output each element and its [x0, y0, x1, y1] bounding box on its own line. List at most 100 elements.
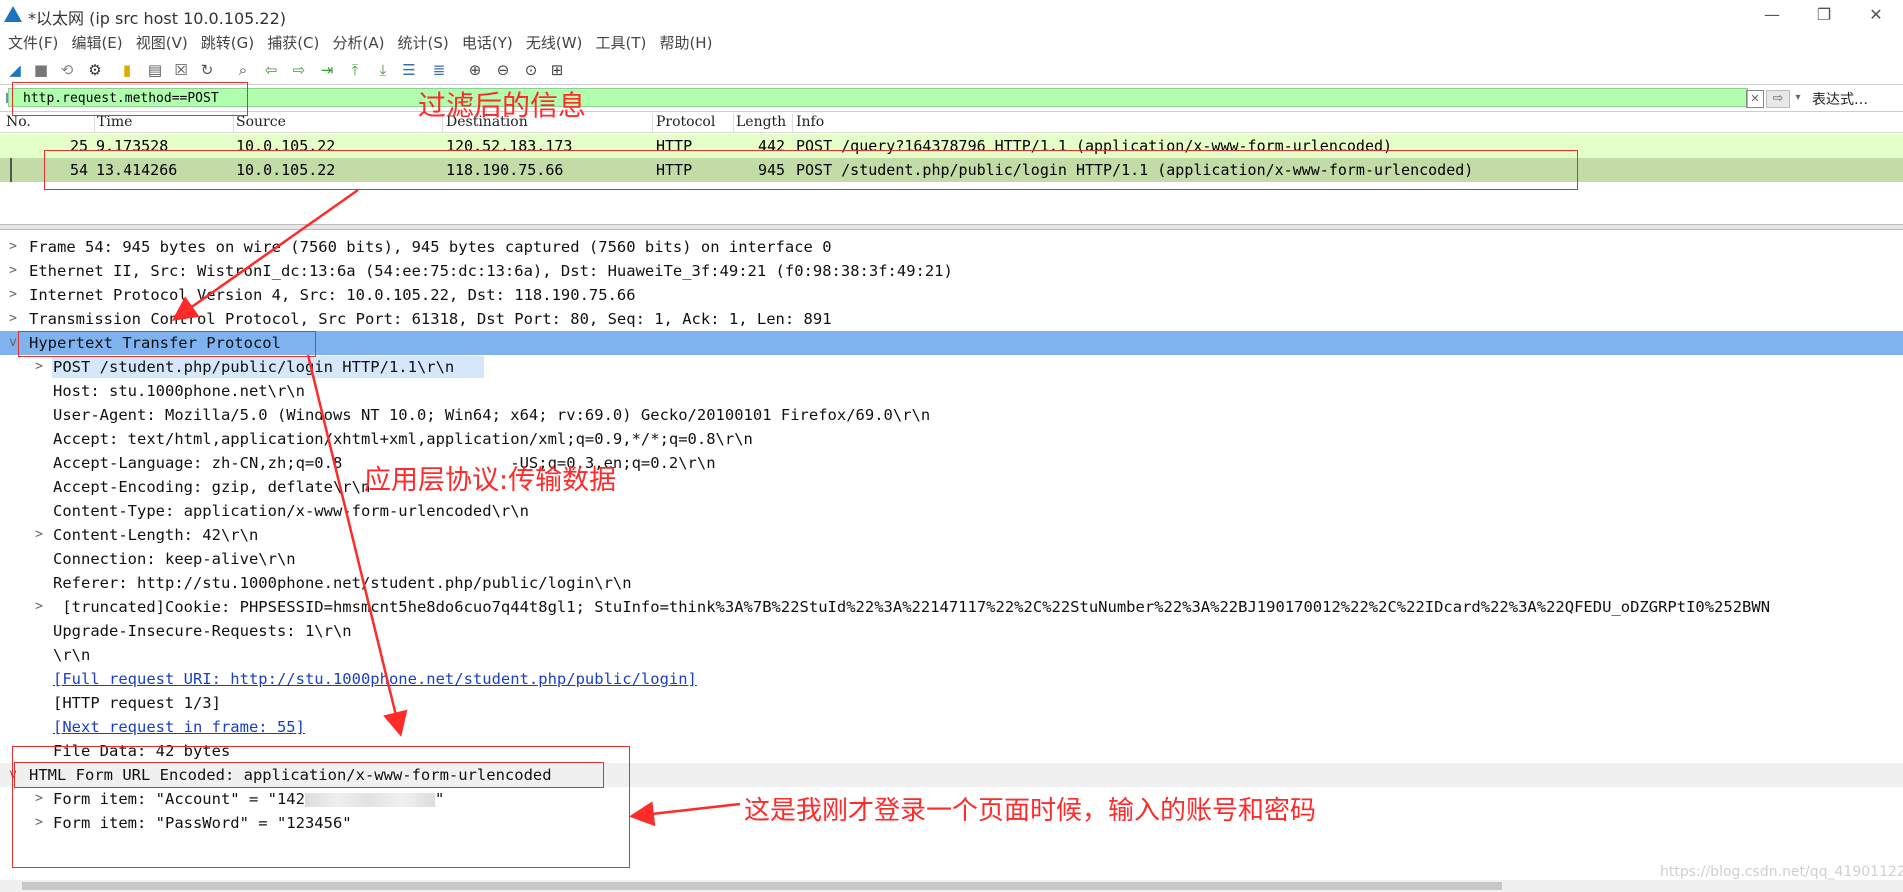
detail-row-cookie[interactable]: > [truncated]Cookie: PHPSESSID=hmsmcnt5h…: [0, 595, 1903, 619]
restart-capture-icon[interactable]: ⟲: [58, 61, 76, 79]
go-first-icon[interactable]: ⤒: [346, 61, 364, 79]
column-source[interactable]: Source: [233, 114, 443, 132]
detail-row-upgrade-insecure[interactable]: Upgrade-Insecure-Requests: 1\r\n: [0, 619, 1903, 643]
menu-analyze[interactable]: 分析(A): [332, 30, 384, 56]
detail-text: Internet Protocol Version 4, Src: 10.0.1…: [29, 286, 636, 304]
go-to-packet-icon[interactable]: ⇥: [318, 61, 336, 79]
annotation-login-note: 这是我刚才登录一个页面时候，输入的账号和密码: [744, 796, 1317, 826]
horizontal-scrollbar[interactable]: [0, 880, 1903, 892]
zoom-normal-icon[interactable]: ⊙: [522, 61, 540, 79]
filter-history-dropdown-icon[interactable]: ▾: [1792, 90, 1804, 106]
close-file-icon[interactable]: ☒: [172, 61, 190, 79]
menu-edit[interactable]: 编辑(E): [71, 30, 122, 56]
minimize-button[interactable]: —: [1752, 3, 1792, 27]
wireshark-fin-icon: [4, 6, 22, 22]
detail-row-accept-encoding[interactable]: Accept-Encoding: gzip, deflate\r\n: [0, 475, 1903, 499]
title-bar: *以太网 (ip src host 10.0.105.22) — ❐ ✕: [0, 0, 1903, 30]
detail-row-crlf[interactable]: \r\n: [0, 643, 1903, 667]
detail-text: Referer: http://stu.1000phone.net/studen…: [53, 574, 632, 592]
annotation-filtered-info: 过滤后的信息: [418, 89, 587, 122]
start-capture-icon[interactable]: ◢: [6, 61, 24, 79]
window-title: *以太网 (ip src host 10.0.105.22): [28, 9, 287, 28]
column-info[interactable]: Info: [793, 114, 996, 132]
detail-text: [truncated]Cookie: PHPSESSID=hmsmcnt5he8…: [53, 598, 1771, 616]
menu-telephony[interactable]: 电话(Y): [462, 30, 513, 56]
detail-row-ipv4[interactable]: > Internet Protocol Version 4, Src: 10.0…: [0, 283, 1903, 307]
detail-text: [HTTP request 1/3]: [53, 694, 221, 712]
full-request-uri-link[interactable]: [Full request URI: http://stu.1000phone.…: [53, 667, 697, 691]
detail-row-user-agent[interactable]: User-Agent: Mozilla/5.0 (Windows NT 10.0…: [0, 403, 1903, 427]
save-file-icon[interactable]: ▤: [146, 61, 164, 79]
expand-arrow-icon[interactable]: >: [32, 355, 46, 379]
scrollbar-thumb[interactable]: [22, 882, 1502, 890]
annotation-box-http: [18, 331, 316, 357]
detail-row-tcp[interactable]: > Transmission Control Protocol, Src Por…: [0, 307, 1903, 331]
expand-arrow-icon[interactable]: >: [6, 307, 20, 331]
detail-row-ethernet[interactable]: > Ethernet II, Src: WistronI_dc:13:6a (5…: [0, 259, 1903, 283]
menu-bar: 文件(F) 编辑(E) 视图(V) 跳转(G) 捕获(C) 分析(A) 统计(S…: [0, 30, 1903, 56]
go-forward-icon[interactable]: ⇨: [290, 61, 308, 79]
detail-text: Content-Length: 42\r\n: [53, 526, 259, 544]
detail-row-content-length[interactable]: > Content-Length: 42\r\n: [0, 523, 1903, 547]
annotation-box-packet: [44, 150, 1578, 190]
column-protocol[interactable]: Protocol: [653, 114, 734, 132]
detail-row-accept[interactable]: Accept: text/html,application/xhtml+xml,…: [0, 427, 1903, 451]
detail-row-frame[interactable]: > Frame 54: 945 bytes on wire (7560 bits…: [0, 235, 1903, 259]
resize-columns-icon[interactable]: ⊞: [548, 61, 566, 79]
detail-text: Connection: keep-alive\r\n: [53, 550, 296, 568]
detail-row-host[interactable]: Host: stu.1000phone.net\r\n: [0, 379, 1903, 403]
packet-list-header: No. Time Source Destination Protocol Len…: [0, 112, 1903, 133]
colorize-icon[interactable]: ≣: [430, 61, 448, 79]
detail-row-accept-language[interactable]: Accept-Language: zh-CN,zh;q=0.8 -US;q=0.…: [0, 451, 1903, 475]
menu-help[interactable]: 帮助(H): [659, 30, 712, 56]
expand-arrow-icon[interactable]: >: [6, 235, 20, 259]
expand-arrow-icon[interactable]: >: [6, 283, 20, 307]
open-file-icon[interactable]: ▮: [118, 61, 136, 79]
close-button[interactable]: ✕: [1856, 3, 1896, 27]
detail-row-next-request[interactable]: [Next request in frame: 55]: [0, 715, 1903, 739]
zoom-in-icon[interactable]: ⊕: [466, 61, 484, 79]
detail-row-http-request[interactable]: [HTTP request 1/3]: [0, 691, 1903, 715]
detail-text: \r\n: [53, 646, 91, 664]
selection-marker: [10, 158, 12, 182]
go-back-icon[interactable]: ⇦: [262, 61, 280, 79]
stop-capture-icon[interactable]: ■: [32, 61, 50, 79]
apply-filter-icon[interactable]: ⇨: [1766, 90, 1790, 108]
detail-row-request-line[interactable]: > POST /student.php/public/login HTTP/1.…: [0, 355, 1903, 379]
detail-text: Content-Type: application/x-www-form-url…: [53, 502, 529, 520]
next-request-link[interactable]: [Next request in frame: 55]: [53, 715, 305, 739]
annotation-app-layer: 应用层协议:传输数据: [364, 465, 617, 496]
expand-arrow-icon[interactable]: >: [6, 259, 20, 283]
detail-text: POST /student.php/public/login HTTP/1.1\…: [53, 358, 455, 376]
detail-row-full-uri[interactable]: [Full request URI: http://stu.1000phone.…: [0, 667, 1903, 691]
auto-scroll-icon[interactable]: ☰: [400, 61, 418, 79]
expand-arrow-icon[interactable]: >: [32, 523, 46, 547]
watermark: https://blog.csdn.net/qq_41901122: [1660, 864, 1903, 880]
column-length[interactable]: Length: [733, 114, 793, 132]
menu-go[interactable]: 跳转(G): [201, 30, 254, 56]
menu-capture[interactable]: 捕获(C): [267, 30, 319, 56]
reload-icon[interactable]: ↻: [198, 61, 216, 79]
detail-row-referer[interactable]: Referer: http://stu.1000phone.net/studen…: [0, 571, 1903, 595]
clear-filter-icon[interactable]: ✕: [1746, 90, 1764, 108]
restore-button[interactable]: ❐: [1804, 3, 1844, 27]
menu-wireless[interactable]: 无线(W): [526, 30, 583, 56]
column-no[interactable]: No.: [3, 114, 95, 132]
detail-row-connection[interactable]: Connection: keep-alive\r\n: [0, 547, 1903, 571]
detail-row-content-type[interactable]: Content-Type: application/x-www-form-url…: [0, 499, 1903, 523]
expand-arrow-icon[interactable]: >: [32, 595, 46, 619]
menu-tools[interactable]: 工具(T): [595, 30, 646, 56]
menu-file[interactable]: 文件(F): [8, 30, 58, 56]
find-packet-icon[interactable]: ⌕: [234, 61, 252, 79]
column-time[interactable]: Time: [94, 114, 234, 132]
menu-view[interactable]: 视图(V): [136, 30, 188, 56]
display-filter-input[interactable]: http.request.method==POST: [8, 88, 1748, 107]
zoom-out-icon[interactable]: ⊖: [494, 61, 512, 79]
expression-button[interactable]: 表达式…: [1812, 89, 1868, 109]
detail-text: Transmission Control Protocol, Src Port:…: [29, 310, 832, 328]
menu-statistics[interactable]: 统计(S): [398, 30, 449, 56]
go-last-icon[interactable]: ⤓: [374, 61, 392, 79]
capture-options-icon[interactable]: ⚙: [86, 61, 104, 79]
detail-text: Accept: text/html,application/xhtml+xml,…: [53, 430, 753, 448]
pane-splitter[interactable]: [0, 224, 1903, 230]
